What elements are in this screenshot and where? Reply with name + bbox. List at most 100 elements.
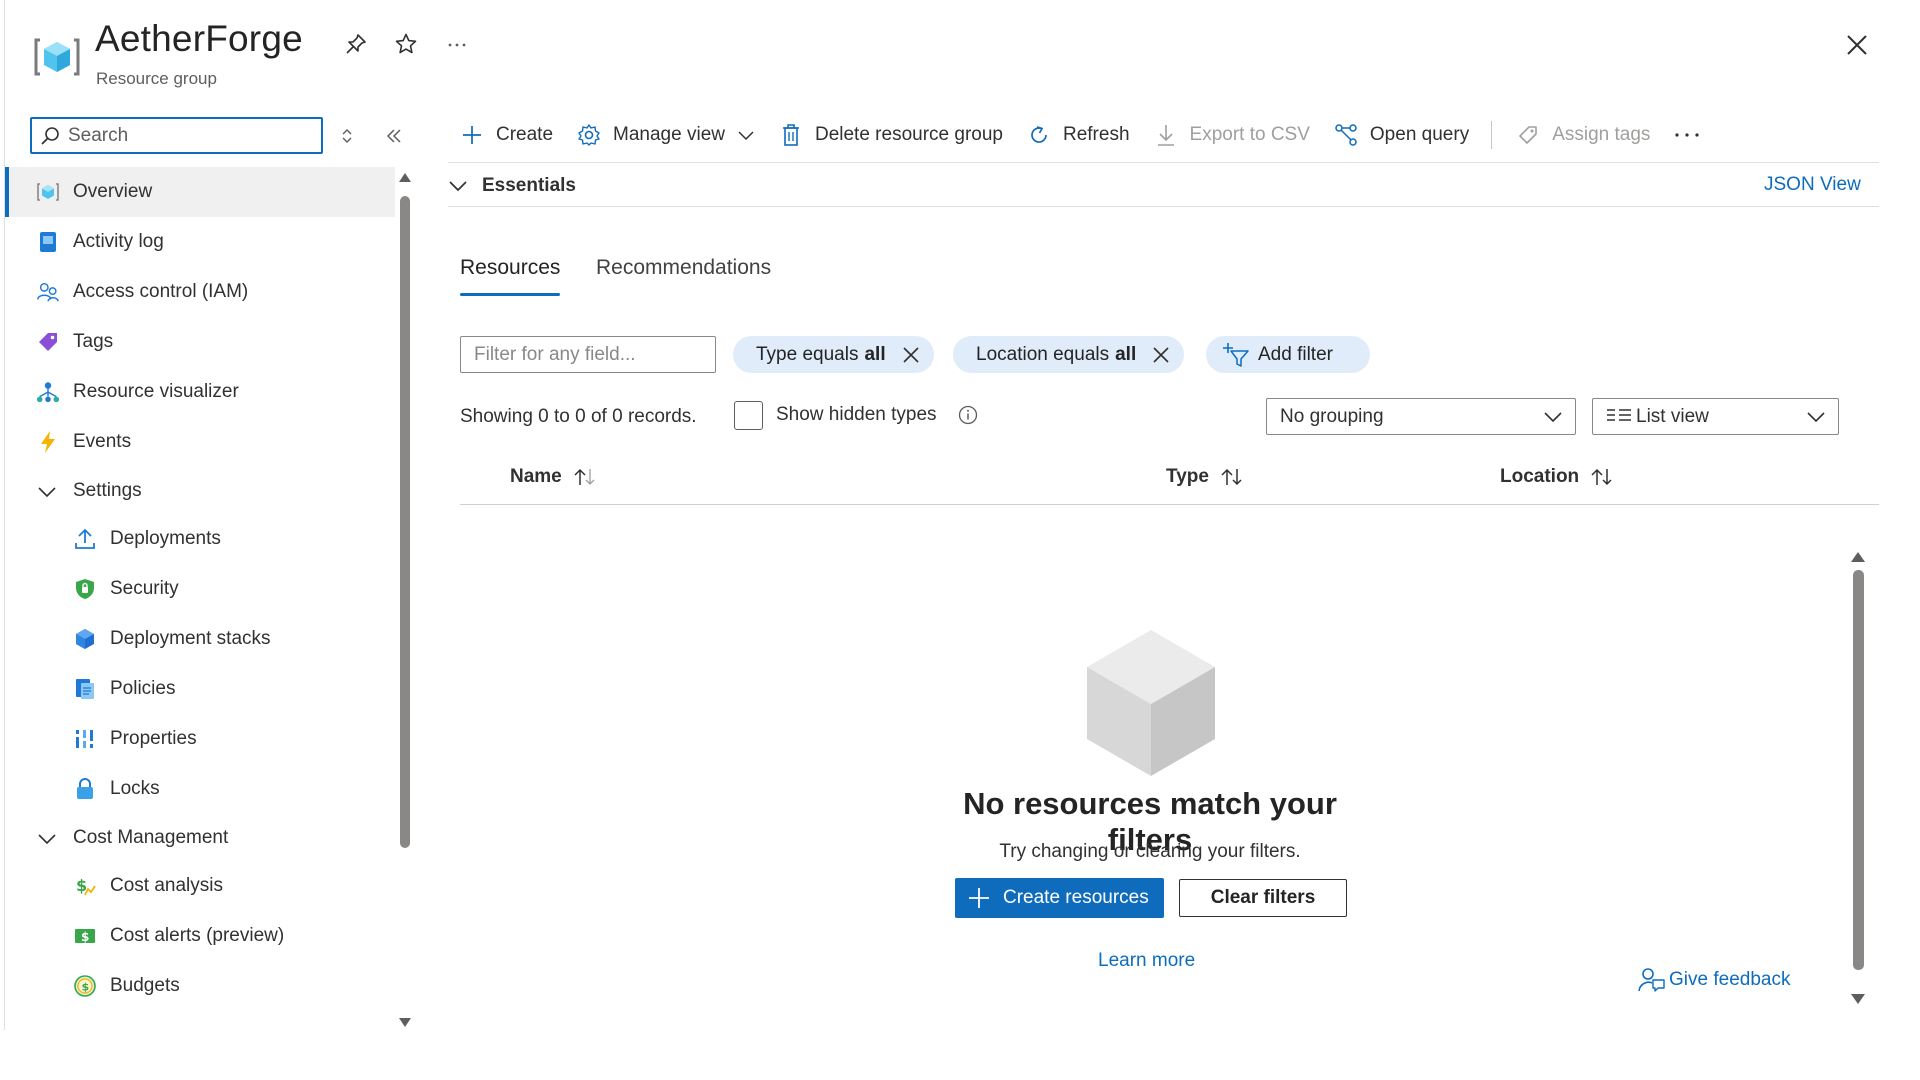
- essentials-toggle[interactable]: Essentials: [448, 170, 576, 202]
- filter-input[interactable]: [460, 336, 716, 373]
- sort-toggle-icon[interactable]: [335, 124, 359, 148]
- toolbar-more-button[interactable]: [1674, 130, 1700, 140]
- sidebar-item-policies[interactable]: Policies: [5, 664, 395, 714]
- tag-outline-icon: [1516, 123, 1540, 147]
- refresh-button[interactable]: Refresh: [1027, 123, 1130, 147]
- grouping-dropdown[interactable]: No grouping: [1266, 398, 1576, 435]
- create-label: Create: [496, 124, 554, 145]
- lock-icon: [73, 777, 97, 801]
- sidebar-group-label: Settings: [73, 479, 142, 501]
- collapse-pane-icon[interactable]: [382, 124, 406, 148]
- sidebar-item-iam[interactable]: Access control (IAM): [5, 267, 395, 317]
- info-icon[interactable]: [958, 405, 978, 425]
- sidebar-item-properties[interactable]: Properties: [5, 714, 395, 764]
- open-query-label: Open query: [1369, 124, 1470, 145]
- tag-icon: [36, 330, 60, 354]
- type-filter-pill[interactable]: Type equals all: [733, 336, 934, 373]
- sidebar-item-overview[interactable]: Overview: [5, 167, 395, 217]
- filter-value: all: [864, 343, 886, 365]
- sidebar-group-cost-management[interactable]: Cost Management: [5, 814, 395, 861]
- sidebar-scrollbar-thumb[interactable]: [400, 196, 410, 848]
- table-header-divider: [460, 504, 1879, 505]
- search-input[interactable]: [68, 124, 308, 147]
- add-filter-button[interactable]: Add filter: [1206, 336, 1370, 373]
- close-icon[interactable]: [900, 344, 922, 366]
- show-hidden-types-checkbox[interactable]: [734, 401, 763, 430]
- filter-label: Type equals: [756, 343, 859, 365]
- star-icon[interactable]: [392, 30, 420, 58]
- sidebar-item-label: Policies: [110, 678, 176, 699]
- pin-icon[interactable]: [342, 30, 370, 58]
- toolbar-separator: [1491, 121, 1493, 149]
- sidebar-item-label: Cost analysis: [110, 875, 223, 896]
- create-button[interactable]: Create: [460, 123, 553, 147]
- give-feedback-label: Give feedback: [1669, 969, 1791, 990]
- sort-icon: [1219, 467, 1245, 487]
- json-view-link[interactable]: JSON View: [1764, 174, 1861, 196]
- properties-icon: [73, 727, 97, 751]
- gear-icon: [577, 123, 601, 147]
- sidebar-item-deployments[interactable]: Deployments: [5, 514, 395, 564]
- column-header-type[interactable]: Type: [1166, 466, 1245, 488]
- close-icon[interactable]: [1840, 28, 1874, 62]
- export-csv-button[interactable]: Export to CSV: [1154, 123, 1310, 147]
- assign-tags-button[interactable]: Assign tags: [1516, 123, 1650, 147]
- sidebar-item-label: Locks: [110, 778, 160, 799]
- learn-more-link[interactable]: Learn more: [1098, 950, 1195, 972]
- scroll-down-arrow[interactable]: [1850, 992, 1866, 1006]
- sidebar-item-events[interactable]: Events: [5, 417, 395, 467]
- sidebar-item-label: Access control (IAM): [73, 281, 249, 302]
- column-label: Location: [1500, 466, 1580, 487]
- give-feedback-link[interactable]: Give feedback: [1637, 966, 1790, 994]
- sidebar-item-tags[interactable]: Tags: [5, 317, 395, 367]
- scroll-up-arrow[interactable]: [1850, 550, 1866, 564]
- sidebar-item-locks[interactable]: Locks: [5, 764, 395, 814]
- sidebar-item-security[interactable]: Security: [5, 564, 395, 614]
- command-bar: Create Manage view Delete resource group…: [460, 117, 1724, 153]
- refresh-label: Refresh: [1062, 124, 1130, 145]
- delete-resource-group-button[interactable]: Delete resource group: [779, 123, 1003, 147]
- activity-log-icon: [36, 230, 60, 254]
- shield-icon: [73, 577, 97, 601]
- sidebar-item-resource-visualizer[interactable]: Resource visualizer: [5, 367, 395, 417]
- tab-recommendations[interactable]: Recommendations: [596, 256, 771, 292]
- sort-ascending-icon: [572, 467, 598, 487]
- sidebar-item-label: Overview: [73, 181, 153, 202]
- sidebar-item-cost-alerts[interactable]: $ Cost alerts (preview): [5, 911, 395, 961]
- sidebar-item-cost-analysis[interactable]: $ Cost analysis: [5, 861, 395, 911]
- add-filter-icon: [1222, 342, 1250, 368]
- column-header-location[interactable]: Location: [1500, 466, 1615, 488]
- filter-label: Location equals: [976, 343, 1110, 365]
- create-resources-button[interactable]: Create resources: [955, 878, 1164, 918]
- records-count: Showing 0 to 0 of 0 records.: [460, 406, 697, 427]
- location-filter-pill[interactable]: Location equals all: [953, 336, 1185, 373]
- sidebar-item-deployment-stacks[interactable]: Deployment stacks: [5, 614, 395, 664]
- sort-icon: [1589, 467, 1615, 487]
- chevron-down-icon: [35, 827, 59, 851]
- essentials-label: Essentials: [482, 175, 576, 196]
- tab-resources[interactable]: Resources: [460, 256, 561, 296]
- grouping-value: No grouping: [1280, 405, 1384, 427]
- sidebar-group-settings[interactable]: Settings: [5, 467, 395, 514]
- results-scrollbar-thumb[interactable]: [1853, 570, 1864, 970]
- manage-view-button[interactable]: Manage view: [577, 123, 755, 147]
- more-icon[interactable]: [443, 30, 471, 58]
- export-label: Export to CSV: [1189, 124, 1310, 145]
- plus-icon: [460, 123, 484, 147]
- sidebar-nav: Overview Activity log Access control (IA…: [5, 167, 395, 1011]
- sidebar-item-label: Activity log: [73, 231, 164, 252]
- sidebar-item-label: Tags: [73, 331, 114, 352]
- view-dropdown[interactable]: List view: [1592, 398, 1839, 435]
- clear-filters-button[interactable]: Clear filters: [1179, 879, 1347, 917]
- feedback-icon: [1637, 966, 1665, 994]
- close-icon[interactable]: [1150, 344, 1172, 366]
- sidebar-search[interactable]: [30, 117, 323, 154]
- view-value: List view: [1636, 405, 1709, 427]
- sidebar-item-activity-log[interactable]: Activity log: [5, 217, 395, 267]
- chevron-down-icon: [1806, 407, 1826, 427]
- page-title: AetherForge: [95, 18, 303, 59]
- sidebar-item-budgets[interactable]: $ Budgets: [5, 961, 395, 1011]
- open-query-button[interactable]: Open query: [1334, 123, 1469, 147]
- column-header-name[interactable]: Name: [510, 466, 598, 488]
- chevron-down-icon: [35, 480, 59, 504]
